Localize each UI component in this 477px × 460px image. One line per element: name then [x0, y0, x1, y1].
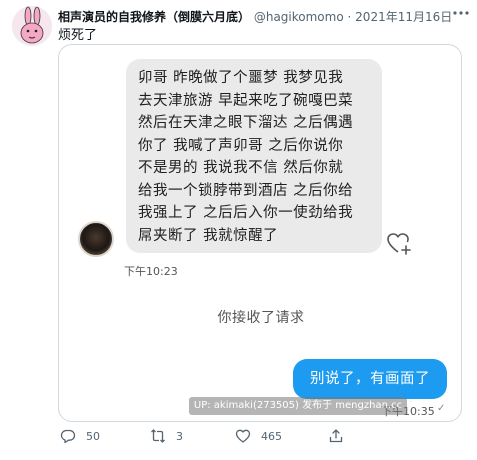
tweet-text: 烦死了: [58, 28, 98, 43]
tweet-media-screenshot[interactable]: 卯哥 昨晚做了个噩梦 我梦见我 去天津旅游 早起来吃了碗嘎巴菜 然后在天津之眼下…: [58, 44, 462, 422]
retweet-icon: [151, 429, 165, 443]
share-icon: [329, 429, 343, 443]
read-check-icon: ✓: [437, 403, 446, 414]
heart-plus-icon: [386, 231, 412, 257]
incoming-timestamp: 下午10:23: [124, 265, 178, 278]
heart-icon: [235, 429, 251, 443]
retweet-action[interactable]: 3: [150, 428, 183, 444]
author-avatar[interactable]: [12, 6, 52, 46]
author-handle[interactable]: @hagikomomo: [254, 10, 344, 24]
message-line: 给我一个锁脖带到酒店 之后你给: [138, 182, 354, 199]
more-icon[interactable]: [452, 6, 470, 20]
like-action[interactable]: 465: [235, 428, 282, 444]
tweet-header: 相声演员的自我修养（倒膜六月底） @hagikomomo · 2021年11月1…: [0, 0, 477, 46]
message-line: 屌夹断了 我就惊醒了: [138, 227, 279, 244]
tweet-date[interactable]: 2021年11月16日: [355, 10, 452, 24]
reply-icon: [60, 429, 76, 444]
message-line: 去天津旅游 早起来吃了碗嘎巴菜: [138, 92, 354, 109]
message-line: 不是男的 我说我不信 然后你就: [138, 160, 344, 176]
reply-count: 50: [86, 429, 100, 443]
rabbit-avatar-icon: [12, 6, 52, 46]
outgoing-message-bubble: 别说了，有画面了: [293, 359, 447, 399]
retweet-count: 3: [176, 429, 183, 443]
like-count: 465: [261, 429, 282, 443]
incoming-message-bubble: 卯哥 昨晚做了个噩梦 我梦见我 去天津旅游 早起来吃了碗嘎巴菜 然后在天津之眼下…: [126, 59, 382, 253]
reply-action[interactable]: 50: [60, 428, 100, 444]
message-line: 然后在天津之眼下溜达 之后偶遇: [138, 115, 354, 131]
message-line: 卯哥 昨晚做了个噩梦 我梦见我: [138, 70, 344, 86]
separator-dot: ·: [347, 10, 352, 24]
share-action[interactable]: [328, 428, 354, 444]
system-message: 你接收了请求: [217, 310, 305, 326]
tweet-actions: 50 3 465: [58, 428, 477, 448]
watermark: UP: akimaki(273505) 发布于 mengzhan.cc: [189, 397, 407, 415]
message-line: 我强上了 之后后入你一使劲给我: [138, 205, 354, 221]
message-line: 你了 我喊了声卯哥 之后你说你: [138, 137, 344, 154]
sender-avatar: [78, 221, 114, 257]
author-name[interactable]: 相声演员的自我修养（倒膜六月底）: [58, 10, 250, 24]
author-line: 相声演员的自我修养（倒膜六月底） @hagikomomo · 2021年11月1…: [58, 8, 452, 25]
